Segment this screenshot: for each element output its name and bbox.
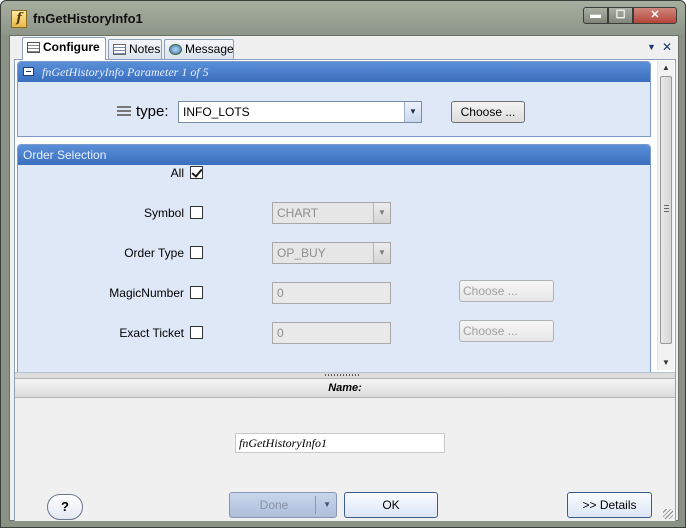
client-area: Configure Notes Message ▼ ✕ fnGetHistory… [9,35,679,521]
name-field[interactable]: fnGetHistoryInfo1 [235,433,445,453]
minimize-button[interactable]: ▬ [583,7,608,24]
title-bar[interactable]: f fnGetHistoryInfo1 ▬ ☐ ✕ [1,1,685,35]
collapse-icon[interactable] [23,67,34,76]
vertical-scrollbar[interactable]: ▲ ▼ [657,61,674,370]
done-label: Done [259,498,289,512]
exact-ticket-field[interactable]: 0 [272,322,391,344]
dialog-window: f fnGetHistoryInfo1 ▬ ☐ ✕ Configure Note… [0,0,686,528]
magic-number-label: MagicNumber [109,286,184,300]
symbol-value: CHART [277,206,319,220]
symbol-label: Symbol [143,206,184,220]
chevron-down-icon[interactable]: ▼ [404,102,421,122]
exact-ticket-label: Exact Ticket [119,326,184,340]
grip-icon [664,205,669,213]
all-checkbox[interactable] [190,166,203,179]
order-selection-header: Order Selection [18,145,650,165]
type-select[interactable]: INFO_LOTS ▼ [178,101,422,123]
help-button[interactable]: ? [47,494,83,520]
window-controls: ▬ ☐ ✕ [583,7,677,24]
configure-icon [27,42,40,53]
all-label: All [170,166,184,180]
splitter-grip-icon [325,374,361,376]
type-value: INFO_LOTS [183,105,250,119]
parameter-group-title: fnGetHistoryInfo Parameter 1 of 5 [42,65,209,79]
tab-close-icon[interactable]: ✕ [662,40,672,54]
details-button[interactable]: >> Details [567,492,652,518]
order-type-label: Order Type [124,246,184,260]
bottom-area: fnGetHistoryInfo1 ? Done ▼ OK >> Details [15,398,675,521]
type-label: type: [136,103,169,120]
name-value: fnGetHistoryInfo1 [239,436,327,450]
configure-panel: fnGetHistoryInfo Parameter 1 of 5 type: … [14,59,676,521]
tab-configure[interactable]: Configure [22,37,106,60]
resize-grip-icon[interactable] [663,509,673,519]
scrollbar-thumb[interactable] [660,76,672,344]
done-separator [315,496,316,514]
chevron-down-icon[interactable]: ▼ [373,203,390,223]
tab-configure-label: Configure [43,40,100,54]
order-selection-group: Order Selection All Symbol CHART ▼ Order… [17,144,651,372]
parameters-scroll-area[interactable]: fnGetHistoryInfo Parameter 1 of 5 type: … [15,60,655,372]
chevron-down-icon[interactable]: ▼ [323,493,331,517]
magic-number-choose-button[interactable]: Choose ... [459,280,554,302]
done-button[interactable]: Done ▼ [229,492,337,518]
magic-number-field[interactable]: 0 [272,282,391,304]
exact-ticket-checkbox[interactable] [190,326,203,339]
list-icon [117,106,131,118]
function-icon: f [11,10,27,28]
tab-message-label: Message [185,42,234,56]
parameter-group: fnGetHistoryInfo Parameter 1 of 5 type: … [17,61,651,137]
close-button[interactable]: ✕ [633,7,677,24]
parameter-group-header: fnGetHistoryInfo Parameter 1 of 5 [18,62,650,82]
scroll-up-icon[interactable]: ▲ [658,61,674,75]
exact-ticket-choose-button[interactable]: Choose ... [459,320,554,342]
ok-button[interactable]: OK [344,492,438,518]
name-header: Name: [15,378,675,398]
magic-number-value: 0 [277,286,284,300]
scroll-down-icon[interactable]: ▼ [658,356,674,370]
tab-message[interactable]: Message [164,39,234,60]
magic-number-checkbox[interactable] [190,286,203,299]
exact-ticket-value: 0 [277,326,284,340]
message-icon [169,44,182,55]
chevron-down-icon[interactable]: ▼ [373,243,390,263]
symbol-checkbox[interactable] [190,206,203,219]
tab-dropdown-icon[interactable]: ▼ [647,40,656,54]
symbol-select[interactable]: CHART ▼ [272,202,391,224]
type-choose-button[interactable]: Choose ... [451,101,525,123]
order-type-value: OP_BUY [277,246,326,260]
tab-notes-label: Notes [129,42,161,56]
tab-tools: ▼ ✕ [647,40,672,54]
order-type-checkbox[interactable] [190,246,203,259]
tab-notes[interactable]: Notes [108,39,162,60]
maximize-button[interactable]: ☐ [608,7,633,24]
window-title: fnGetHistoryInfo1 [33,11,143,26]
tab-strip: Configure Notes Message ▼ ✕ [10,36,678,60]
notes-icon [113,44,126,55]
order-type-select[interactable]: OP_BUY ▼ [272,242,391,264]
